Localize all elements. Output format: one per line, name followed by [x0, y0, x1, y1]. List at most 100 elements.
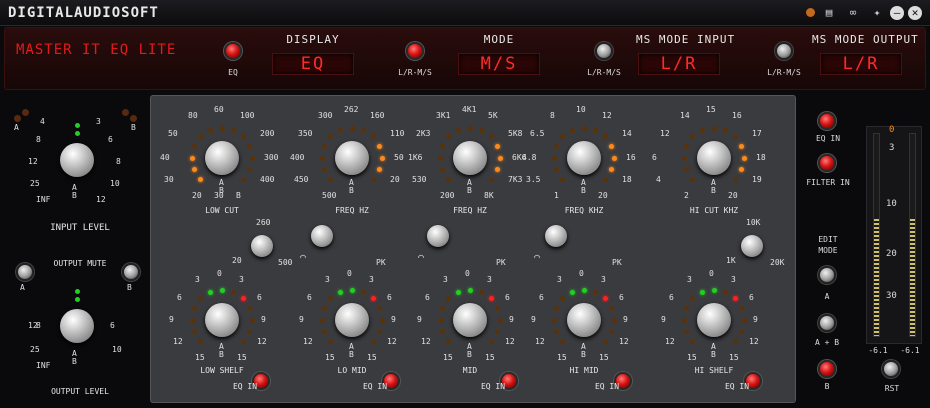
band-gain-knob-3[interactable] [453, 303, 487, 337]
eq-toggle-button[interactable] [224, 42, 242, 60]
band-gain-tick: 0 [465, 269, 470, 278]
band-top-tick: 3K1 [436, 111, 451, 120]
loop-icon[interactable]: ∞ [842, 6, 864, 20]
band-gain-tick: 3 [369, 275, 374, 284]
meter-scale-30: 30 [886, 291, 897, 301]
input-tick: 3 [96, 117, 101, 126]
mode-lrms-button[interactable] [595, 42, 613, 60]
band-top-4-led [683, 144, 689, 150]
edit-a-button[interactable] [818, 266, 836, 284]
q-knob-3[interactable] [427, 225, 449, 247]
input-level-knob[interactable] [60, 143, 94, 177]
band-top-4-led [711, 125, 717, 131]
hi-q-tick-right: 20K [770, 258, 785, 267]
minimize-icon[interactable]: – [890, 6, 904, 20]
band-top-tick: 16 [626, 153, 636, 162]
edit-b-button[interactable] [818, 360, 836, 378]
band-bot-4-led [722, 289, 728, 295]
band-top-tick: 3.5 [526, 175, 541, 184]
band-top-tick: 400 [260, 175, 275, 184]
band-gain-tick: 6 [749, 293, 754, 302]
band-gain-knob-4[interactable] [567, 303, 601, 337]
band-top-tick: 14 [622, 129, 632, 138]
band-top-tick: 400 [290, 153, 305, 162]
band-eq-in-label-2: EQ IN [362, 382, 388, 391]
band-top-0-led [230, 127, 236, 133]
edit-b-label: B [824, 382, 830, 391]
band-top-knob-5[interactable] [697, 141, 731, 175]
band-top-tick: 110 [390, 129, 405, 138]
band-top-knob-1[interactable] [205, 141, 239, 175]
band-gain-knob-5[interactable] [697, 303, 731, 337]
output-tick: 6 [110, 321, 115, 330]
band-top-4-led [722, 127, 728, 133]
band-gain-tick: 9 [299, 315, 304, 324]
ms-output-title: MS MODE OUTPUT [812, 33, 919, 46]
q-knob-5[interactable] [741, 235, 763, 257]
band-top-4-led [732, 134, 738, 140]
band-top-0-led [189, 155, 195, 161]
input-level-label: INPUT LEVEL [50, 223, 110, 233]
input-tick: 12 [28, 157, 38, 166]
reset-peak-button[interactable] [882, 360, 900, 378]
band-bot-1-led [360, 289, 366, 295]
band-bot-2-led [446, 338, 452, 344]
band-top-knob-3[interactable] [453, 141, 487, 175]
band-gain-tick: 3 [557, 275, 562, 284]
band-bot-0-led [219, 287, 225, 293]
edit-ab-button[interactable] [818, 314, 836, 332]
band-top-tick: 20 [192, 191, 202, 200]
band-bot-1-led [370, 296, 376, 302]
input-led-top [75, 123, 80, 128]
band-top-tick: 18 [622, 175, 632, 184]
band-top-4-led [690, 176, 696, 182]
band-bot-4-led [683, 306, 689, 312]
display-lrms-button[interactable] [406, 42, 424, 60]
lo-q-tick-left: 20 [232, 256, 242, 265]
q-knob-2[interactable] [311, 225, 333, 247]
band-top-3-led [592, 127, 598, 133]
band-eq-in-label-1: EQ IN [232, 382, 258, 391]
band-top-knob-4[interactable] [567, 141, 601, 175]
band-top-knob-2[interactable] [335, 141, 369, 175]
band-gain-tick: 6 [307, 293, 312, 302]
close-icon[interactable]: ✕ [908, 6, 922, 20]
ms-input-lrms-button[interactable] [775, 42, 793, 60]
eq-in-button[interactable] [818, 112, 836, 130]
band-bot-1-led [349, 287, 355, 293]
output-led-top [75, 289, 80, 294]
band-gain-knob-1[interactable] [205, 303, 239, 337]
q-knob-1[interactable] [251, 235, 273, 257]
band-bot-3-led [611, 317, 617, 323]
band-top-tick: 8 [550, 111, 555, 120]
presets-icon[interactable]: ▤ [822, 6, 836, 20]
band-bot-0-led [191, 328, 197, 334]
band-gain-tick: 9 [509, 315, 514, 324]
band-top-tick: 5K [488, 111, 498, 120]
band-top-tick: 4K1 [462, 105, 477, 114]
bypass-icon[interactable]: ✦ [870, 6, 884, 20]
band-gain-knob-2[interactable] [335, 303, 369, 337]
band-top-name-4: FREQ KHZ [564, 206, 604, 215]
band-top-3-led [581, 125, 587, 131]
meter-left [873, 133, 880, 337]
q-knob-4[interactable] [545, 225, 567, 247]
band-gain-tick: 12 [665, 337, 675, 346]
band-gain-tick: 12 [303, 337, 313, 346]
level-section: A B 4 3 8 6 12 8 25 10 INF 12 A B INPUT … [0, 95, 148, 405]
hi-q-tick-left: 1K [726, 256, 736, 265]
band-gain-tick: 15 [557, 353, 567, 362]
band-top-tick: 5K8 [508, 129, 523, 138]
band-top-3-led [611, 155, 617, 161]
band-top-tick: 17 [752, 129, 762, 138]
output-level-knob[interactable] [60, 309, 94, 343]
band-gain-tick: 3 [601, 275, 606, 284]
band-top-2-led [478, 127, 484, 133]
band-top-1-led [321, 144, 327, 150]
band-gain-tick: 6 [177, 293, 182, 302]
band-top-name-5: HI CUT KHZ [689, 206, 739, 215]
band-gain-b: B [581, 350, 586, 359]
filter-in-button[interactable] [818, 154, 836, 172]
band-top-tick: 6.5 [530, 129, 545, 138]
band-top-4-led [681, 155, 687, 161]
